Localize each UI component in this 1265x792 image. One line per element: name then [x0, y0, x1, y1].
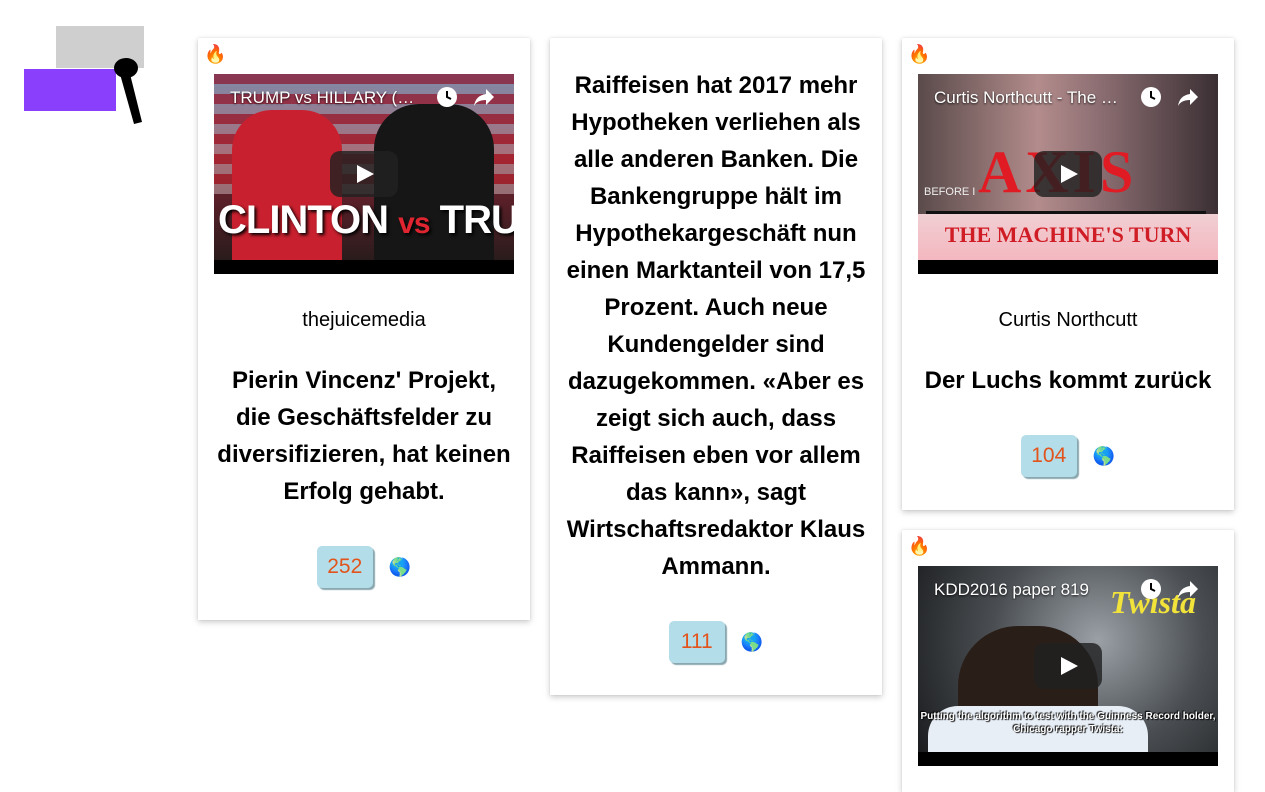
video-embed[interactable]: BEFORE I AXIS THE MACHINE'S TURN Curtis … [918, 74, 1218, 274]
clock-icon[interactable] [436, 86, 458, 108]
thumbnail-text: CLINTON vs TRUMP [218, 198, 514, 242]
logo-purple-block [24, 69, 116, 111]
channel-name[interactable]: Curtis Northcutt [902, 309, 1234, 332]
play-button[interactable] [1034, 643, 1102, 689]
card-footer: 104 🌎 [902, 434, 1234, 478]
video-embed[interactable]: Twista Putting the algorithm to test wit… [918, 566, 1218, 766]
post-headline: Raiffeisen hat 2017 mehr Hypotheken verl… [566, 72, 866, 580]
channel-name[interactable]: thejuicemedia [198, 309, 530, 332]
globe-icon[interactable]: 🌎 [741, 632, 763, 652]
post-headline: Pierin Vincenz' Projekt, die Geschäftsfe… [217, 367, 511, 505]
post-card: 🔥 CLINTON vs TRUMP TRUMP vs HILLARY (R… … [198, 38, 530, 620]
share-icon[interactable] [472, 86, 496, 108]
card-footer: 111 🌎 [550, 620, 882, 664]
clock-icon[interactable] [1140, 86, 1162, 108]
post-headline: Der Luchs kommt zurück [924, 367, 1212, 394]
fire-icon: 🔥 [908, 44, 931, 64]
video-title[interactable]: TRUMP vs HILLARY (R… [230, 88, 420, 108]
fire-icon: 🔥 [908, 536, 931, 556]
globe-icon[interactable]: 🌎 [389, 557, 411, 577]
clock-icon[interactable] [1140, 578, 1162, 600]
card-footer: 252 🌎 [198, 545, 530, 589]
play-button[interactable] [330, 151, 398, 197]
share-count-button[interactable]: 252 [316, 546, 373, 588]
share-count-button[interactable]: 104 [1020, 435, 1077, 477]
video-title[interactable]: Curtis Northcutt - The … [934, 88, 1124, 108]
share-icon[interactable] [1176, 578, 1200, 600]
share-count-button[interactable]: 111 [668, 621, 725, 663]
video-embed[interactable]: CLINTON vs TRUMP TRUMP vs HILLARY (R… [214, 74, 514, 274]
post-card: 🔥 BEFORE I AXIS THE MACHINE'S TURN Curti… [902, 38, 1234, 510]
play-button[interactable] [1034, 151, 1102, 197]
post-card: Raiffeisen hat 2017 mehr Hypotheken verl… [550, 38, 882, 695]
globe-icon[interactable]: 🌎 [1093, 446, 1115, 466]
video-title[interactable]: KDD2016 paper 819 [934, 580, 1124, 600]
post-card: 🔥 Twista Putting the algorithm to test w… [902, 530, 1234, 792]
fire-icon: 🔥 [204, 44, 227, 64]
microphone-icon [114, 58, 142, 124]
mic-logo[interactable] [24, 26, 148, 126]
share-icon[interactable] [1176, 86, 1200, 108]
